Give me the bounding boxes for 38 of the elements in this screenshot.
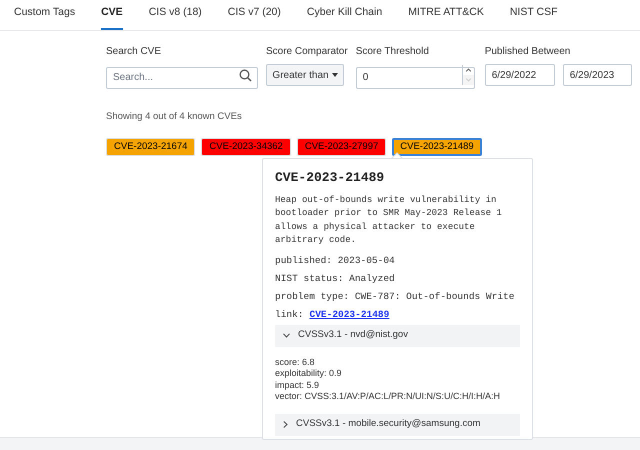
cve-tag[interactable]: CVE-2023-27997 xyxy=(296,138,386,156)
date-field[interactable]: 6/29/2022 xyxy=(484,64,555,86)
tab[interactable]: CIS v8 (18) xyxy=(148,5,202,30)
field-label: Published Between xyxy=(484,45,572,59)
tab[interactable]: Custom Tags xyxy=(14,5,76,30)
cve-tag[interactable]: CVE-2023-34362 xyxy=(201,138,291,156)
popover-title: CVE-2023-21489 xyxy=(275,169,386,187)
chevron-down-icon xyxy=(283,333,290,338)
chevron-right-icon xyxy=(283,421,288,428)
tab[interactable]: MITRE ATT&CK xyxy=(408,5,484,30)
cve-tag[interactable]: CVE-2023-21674 xyxy=(106,138,196,156)
cve-link[interactable]: CVE-2023-21489 xyxy=(310,308,390,320)
detail-text: problem type: CWE-787: Out-of-bounds Write xyxy=(275,290,516,302)
score-detail: score: 6.8 xyxy=(275,356,316,368)
detail-text: published: 2023-05-04 xyxy=(275,254,396,266)
search-icon xyxy=(239,68,252,82)
caret-icon xyxy=(332,73,338,77)
accordion-header[interactable]: CVSSv3.1 - nvd@nist.gov xyxy=(275,324,520,346)
accordion-header[interactable]: CVSSv3.1 - mobile.security@samsung.com xyxy=(275,414,520,436)
field-label: Score Threshold xyxy=(356,45,430,59)
comparator-dropdown[interactable]: Greater than xyxy=(266,64,344,86)
results-summary: Showing 4 out of 4 known CVEs xyxy=(106,110,243,124)
link-label: link: xyxy=(275,308,304,320)
detail-text: NIST status: Analyzed xyxy=(275,272,396,284)
tab[interactable]: NIST CSF xyxy=(510,5,558,30)
tab[interactable]: Cyber Kill Chain xyxy=(306,5,382,30)
field-label: Score Comparator xyxy=(266,45,348,59)
cve-description: Heap out-of-bounds write vulnerability in bootloader prior to SMR May-2023 Release 1 allows a physical attacker to execute arbitrary code. xyxy=(275,194,503,247)
threshold-field[interactable]: 0 xyxy=(356,66,475,88)
tab[interactable]: CVE xyxy=(101,5,123,30)
score-detail: exploitability: 0.9 xyxy=(275,368,343,380)
tab[interactable]: CIS v7 (20) xyxy=(228,5,281,30)
search-field[interactable]: Search... xyxy=(106,66,258,88)
score-detail: impact: 5.9 xyxy=(275,380,320,391)
date-field[interactable]: 6/29/2023 xyxy=(562,64,632,86)
score-detail: vector: CVSS:3.1/AV:P/AC:L/PR:N/UI:N/S:U/C:H/I:H/A:H xyxy=(275,391,502,402)
field-label: Search CVE xyxy=(106,45,162,59)
cve-tag[interactable]: CVE-2023-21489 xyxy=(392,138,482,156)
